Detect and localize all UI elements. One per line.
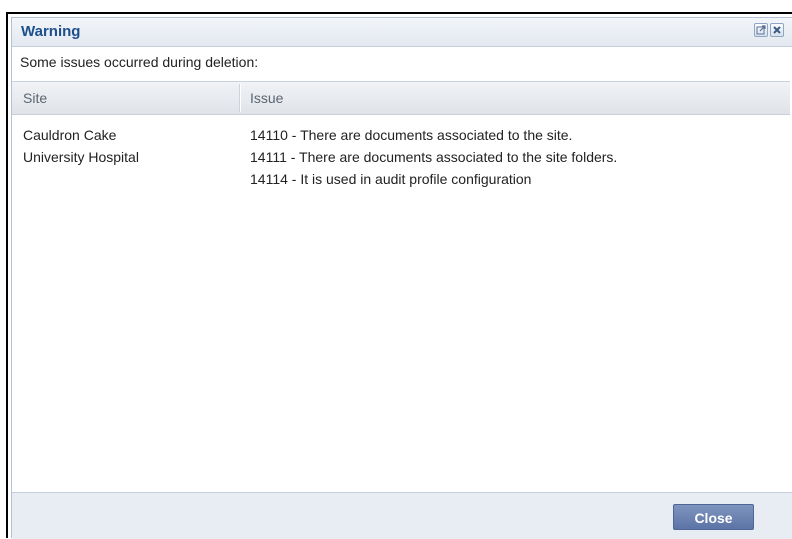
dialog-titlebar[interactable]: Warning [12,18,792,46]
dialog-title: Warning [21,23,81,40]
site-name-line: Cauldron Cake [23,127,117,143]
column-header-site[interactable]: Site [23,82,47,114]
site-name-line: University Hospital [23,149,139,165]
column-header-issue[interactable]: Issue [250,82,283,114]
issue-cell: 14110 - There are documents associated t… [250,124,780,190]
site-cell: Cauldron Cake University Hospital [23,124,233,168]
screen: Warning Some issues occurred during dele… [0,0,792,539]
external-window-icon [756,25,766,35]
dialog-body: Some issues occurred during deletion: Si… [12,46,792,493]
close-icon [773,26,781,34]
deletion-message: Some issues occurred during deletion: [20,54,259,70]
table-header: Site Issue [12,82,790,115]
close-button[interactable]: Close [673,504,754,530]
external-window-button[interactable] [754,23,768,37]
warning-dialog: Warning Some issues occurred during dele… [11,17,792,539]
dialog-footer: Close [12,493,792,539]
issue-item: 14111 - There are documents associated t… [250,149,618,165]
dialog-close-button[interactable] [770,23,784,37]
issue-item: 14110 - There are documents associated t… [250,127,573,143]
issue-item: 14114 - It is used in audit profile conf… [250,171,532,187]
column-separator[interactable] [239,84,241,112]
issues-table: Site Issue Cauldron Cake University Hosp… [12,81,790,492]
